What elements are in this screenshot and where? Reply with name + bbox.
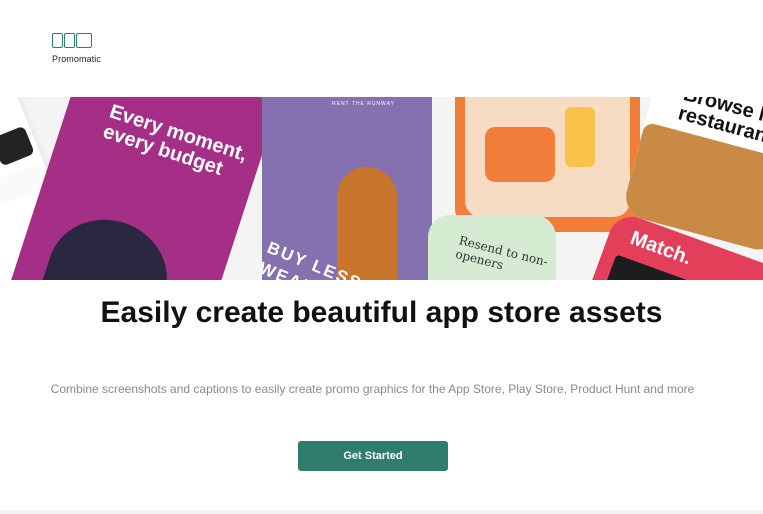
illustration-panel xyxy=(465,97,630,217)
footer-divider xyxy=(0,510,763,514)
hero-headline: Easily create beautiful app store assets xyxy=(100,296,663,329)
header: Promomatic xyxy=(0,0,763,97)
photo-woman xyxy=(337,167,397,280)
person-illustration xyxy=(565,107,595,167)
sofa-illustration xyxy=(485,127,555,182)
brand-name[interactable]: Promomatic xyxy=(52,54,101,64)
app-card-orange xyxy=(455,97,640,232)
device-frames-logo-icon[interactable] xyxy=(52,33,92,48)
get-started-button[interactable]: Get Started xyxy=(298,441,448,471)
card-magenta-caption: Every moment, every budget xyxy=(100,100,250,180)
hero-banner: Every moment, every budget RENT THE RUNW… xyxy=(0,97,763,280)
card-purple-brand: RENT THE RUNWAY xyxy=(332,101,395,107)
app-card-purple: RENT THE RUNWAY BUY LESS. WEAR MORE. xyxy=(262,97,432,280)
hero-subtext: Combine screenshots and captions to easi… xyxy=(50,382,695,396)
photo-couple xyxy=(33,204,182,280)
app-card-magenta: Every moment, every budget xyxy=(0,97,282,280)
app-card-green: Resend to non-openers xyxy=(428,215,556,280)
card-green-caption: Resend to non-openers xyxy=(454,233,550,273)
